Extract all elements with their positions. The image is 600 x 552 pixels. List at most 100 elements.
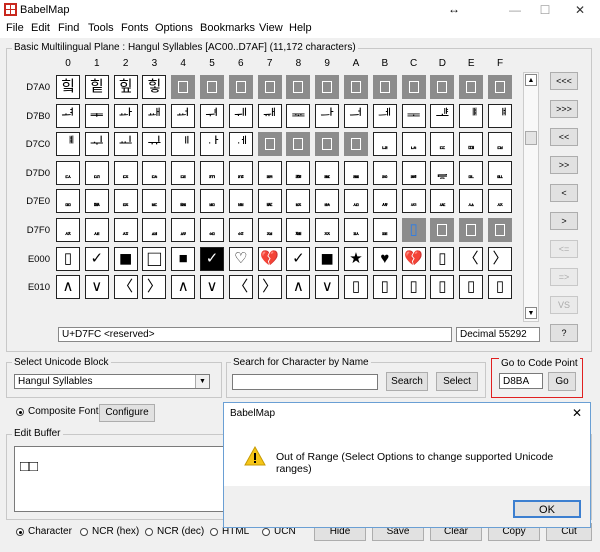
grid-cell[interactable]: ힰ [56, 103, 80, 128]
grid-cell-unassigned[interactable] [200, 75, 224, 99]
grid-cell[interactable]: ힹ [315, 103, 340, 128]
grid-cell-unassigned[interactable] [315, 132, 340, 157]
grid-cell[interactable]: ▯ [56, 246, 80, 271]
grid-cell[interactable]: ힶ [228, 103, 253, 128]
radio-character[interactable] [16, 528, 24, 536]
grid-cell[interactable]: ퟗ [257, 160, 282, 185]
grid-cell[interactable]: ퟭ [430, 189, 455, 214]
nav-button[interactable]: => [550, 268, 578, 286]
grid-cell[interactable]: ힸ [286, 103, 311, 128]
grid-cell-unassigned[interactable] [430, 75, 455, 99]
grid-cell[interactable]: ퟅ [200, 132, 224, 157]
grid-cell[interactable]: ퟜ [401, 160, 426, 185]
grid-cell[interactable]: ퟁ [84, 132, 109, 157]
grid-cell[interactable]: ퟡ [84, 189, 109, 214]
menu-find[interactable]: Find [58, 22, 79, 34]
grid-cell[interactable]: ퟠ [56, 189, 80, 214]
menu-bookmarks[interactable]: Bookmarks [200, 22, 255, 34]
menu-edit[interactable]: Edit [31, 22, 50, 34]
grid-cell[interactable]: ퟹ [315, 218, 340, 242]
grid-cell[interactable]: ■ [315, 246, 340, 271]
scroll-down-icon[interactable]: ▼ [525, 307, 537, 319]
grid-cell[interactable]: ힱ [84, 103, 109, 128]
grid-cell[interactable]: ힴ [171, 103, 196, 128]
grid-cell[interactable]: ★ [344, 246, 368, 271]
grid-cell-unassigned[interactable] [228, 75, 253, 99]
search-input[interactable] [232, 374, 378, 390]
grid-cell[interactable]: ✓ [286, 246, 311, 271]
grid-cell-unassigned[interactable] [488, 218, 512, 242]
grid-cell[interactable]: 💔 [257, 246, 282, 271]
unicode-block-select[interactable]: Hangul Syllables ▼ [14, 374, 210, 389]
grid-cell[interactable]: ퟶ [228, 218, 253, 242]
menu-tools[interactable]: Tools [88, 22, 114, 34]
grid-cell-unassigned[interactable] [344, 132, 368, 157]
grid-cell-unassigned[interactable] [401, 75, 426, 99]
grid-cell[interactable]: ퟛ [372, 160, 397, 185]
menu-options[interactable]: Options [155, 22, 193, 34]
grid-cell[interactable]: ∨ [200, 275, 224, 300]
grid-cell[interactable]: ퟄ [171, 132, 196, 157]
grid-cell[interactable]: ퟨ [286, 189, 311, 214]
menu-fonts[interactable]: Fonts [121, 22, 149, 34]
scroll-thumb[interactable] [525, 131, 537, 145]
dialog-close-button[interactable]: ✕ [572, 406, 582, 420]
radio-ncr-hex[interactable] [80, 528, 88, 536]
grid-cell[interactable]: ퟴ [171, 218, 196, 242]
grid-cell[interactable]: ♡ [228, 246, 253, 271]
grid-cell[interactable]: ퟑ [84, 160, 109, 185]
grid-cell[interactable]: ퟳ [142, 218, 167, 242]
grid-cell[interactable]: ퟻ [372, 218, 397, 242]
grid-cell[interactable]: ▯ [430, 246, 455, 271]
radio-html[interactable] [210, 528, 218, 536]
grid-cell[interactable]: ∧ [171, 275, 196, 300]
grid-cell[interactable]: ퟀ [56, 132, 80, 157]
grid-cell[interactable]: 힢 [113, 75, 138, 99]
grid-cell-unassigned[interactable] [372, 75, 397, 99]
menu-file[interactable]: File [6, 22, 24, 34]
go-button[interactable]: Go [548, 372, 576, 391]
grid-cell[interactable]: 〈 [459, 246, 484, 271]
grid-cell-unassigned[interactable] [459, 218, 484, 242]
grid-cell[interactable]: ퟣ [142, 189, 167, 214]
scroll-up-icon[interactable]: ▲ [525, 74, 537, 86]
radio-ncr-dec[interactable] [145, 528, 153, 536]
grid-cell[interactable]: ▯ [488, 275, 512, 300]
grid-cell[interactable]: □ [142, 246, 167, 271]
grid-cell[interactable]: 〈 [113, 275, 138, 300]
nav-button[interactable]: >> [550, 156, 578, 174]
grid-cell[interactable]: ퟧ [257, 189, 282, 214]
grid-cell-unassigned[interactable] [286, 75, 311, 99]
grid-cell[interactable]: ퟫ [372, 189, 397, 214]
select-button[interactable]: Select [436, 372, 478, 391]
grid-cell[interactable]: ퟒ [113, 160, 138, 185]
grid-cell-unassigned[interactable] [171, 75, 196, 99]
grid-cell[interactable]: ퟢ [113, 189, 138, 214]
grid-cell[interactable]: ퟏ [488, 132, 512, 157]
grid-cell[interactable]: ퟐ [56, 160, 80, 185]
grid-cell[interactable]: ퟚ [344, 160, 368, 185]
nav-button[interactable]: < [550, 184, 578, 202]
grid-cell[interactable]: ퟰ [56, 218, 80, 242]
grid-cell[interactable]: ✓ [200, 246, 224, 271]
radio-ucn[interactable] [262, 528, 270, 536]
grid-cell[interactable]: ▯ [372, 275, 397, 300]
grid-cell[interactable]: ퟤ [171, 189, 196, 214]
grid-cell[interactable]: ퟔ [171, 160, 196, 185]
grid-cell[interactable]: ퟮ [459, 189, 484, 214]
grid-cell[interactable]: ∨ [84, 275, 109, 300]
grid-cell[interactable]: ퟥ [200, 189, 224, 214]
grid-cell[interactable]: 힡 [84, 75, 109, 99]
grid-cell-unassigned[interactable] [315, 75, 340, 99]
search-button[interactable]: Search [386, 372, 428, 391]
grid-cell[interactable]: ퟃ [142, 132, 167, 157]
grid-cell[interactable]: ힲ [113, 103, 138, 128]
grid-cell[interactable]: ∧ [56, 275, 80, 300]
grid-cell-unassigned[interactable] [257, 75, 282, 99]
grid-cell[interactable]: ힼ [401, 103, 426, 128]
grid-cell[interactable]: ퟖ [228, 160, 253, 185]
grid-cell[interactable]: ퟯ [488, 189, 512, 214]
menu-help[interactable]: Help [289, 22, 312, 34]
grid-cell[interactable]: ■ [113, 246, 138, 271]
minimize-button[interactable]: — [500, 0, 530, 20]
